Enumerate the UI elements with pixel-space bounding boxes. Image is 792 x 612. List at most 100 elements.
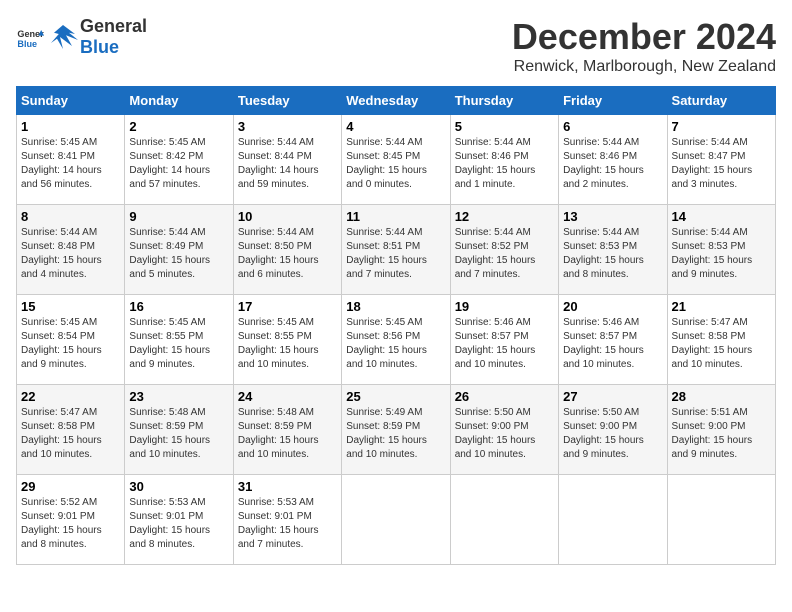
cell-info: Sunrise: 5:50 AMSunset: 9:00 PMDaylight:… (455, 406, 554, 462)
calendar-cell: 7 Sunrise: 5:44 AMSunset: 8:47 PMDaylight… (667, 115, 775, 205)
day-number: 7 (672, 119, 771, 134)
day-number: 24 (238, 389, 337, 404)
calendar-cell: 27 Sunrise: 5:50 AMSunset: 9:00 PMDayligh… (559, 385, 667, 475)
calendar-cell: 28 Sunrise: 5:51 AMSunset: 9:00 PMDayligh… (667, 385, 775, 475)
day-number: 17 (238, 299, 337, 314)
day-number: 19 (455, 299, 554, 314)
day-number: 10 (238, 209, 337, 224)
day-number: 30 (129, 479, 228, 494)
cell-info: Sunrise: 5:47 AMSunset: 8:58 PMDaylight:… (672, 316, 771, 372)
calendar-cell (667, 475, 775, 565)
cell-info: Sunrise: 5:44 AMSunset: 8:51 PMDaylight:… (346, 226, 445, 282)
calendar-cell (559, 475, 667, 565)
calendar-cell: 12 Sunrise: 5:44 AMSunset: 8:52 PMDayligh… (450, 205, 558, 295)
day-number: 6 (563, 119, 662, 134)
calendar-cell: 25 Sunrise: 5:49 AMSunset: 8:59 PMDayligh… (342, 385, 450, 475)
calendar-cell: 8Sunrise: 5:44 AMSunset: 8:48 PMDaylight… (17, 205, 125, 295)
week-row-4: 22 Sunrise: 5:47 AMSunset: 8:58 PMDayligh… (17, 385, 776, 475)
day-number: 18 (346, 299, 445, 314)
cell-info: Sunrise: 5:44 AMSunset: 8:50 PMDaylight:… (238, 226, 337, 282)
calendar-cell: 29 Sunrise: 5:52 AMSunset: 9:01 PMDayligh… (17, 475, 125, 565)
week-row-1: 1 Sunrise: 5:45 AMSunset: 8:41 PMDaylight… (17, 115, 776, 205)
day-number: 12 (455, 209, 554, 224)
calendar-cell: 15 Sunrise: 5:45 AMSunset: 8:54 PMDayligh… (17, 295, 125, 385)
calendar-cell: 18Sunrise: 5:45 AMSunset: 8:56 PMDayligh… (342, 295, 450, 385)
cell-info: Sunrise: 5:44 AMSunset: 8:53 PMDaylight:… (672, 226, 771, 282)
cell-info: Sunrise: 5:51 AMSunset: 9:00 PMDaylight:… (672, 406, 771, 462)
cell-info: Sunrise: 5:44 AMSunset: 8:52 PMDaylight:… (455, 226, 554, 282)
day-header-monday: Monday (125, 87, 233, 115)
day-header-friday: Friday (559, 87, 667, 115)
day-number: 9 (129, 209, 228, 224)
day-number: 15 (21, 299, 120, 314)
calendar-cell: 1 Sunrise: 5:45 AMSunset: 8:41 PMDaylight… (17, 115, 125, 205)
day-number: 25 (346, 389, 445, 404)
day-number: 4 (346, 119, 445, 134)
calendar-cell: 19 Sunrise: 5:46 AMSunset: 8:57 PMDayligh… (450, 295, 558, 385)
calendar-cell: 21 Sunrise: 5:47 AMSunset: 8:58 PMDayligh… (667, 295, 775, 385)
cell-info: Sunrise: 5:47 AMSunset: 8:58 PMDaylight:… (21, 406, 120, 462)
day-number: 29 (21, 479, 120, 494)
calendar-cell: 11 Sunrise: 5:44 AMSunset: 8:51 PMDayligh… (342, 205, 450, 295)
day-number: 16 (129, 299, 228, 314)
calendar-cell: 2 Sunrise: 5:45 AMSunset: 8:42 PMDaylight… (125, 115, 233, 205)
day-number: 11 (346, 209, 445, 224)
week-row-3: 15 Sunrise: 5:45 AMSunset: 8:54 PMDayligh… (17, 295, 776, 385)
logo-blue-text: Blue (80, 37, 119, 57)
cell-info: Sunrise: 5:50 AMSunset: 9:00 PMDaylight:… (563, 406, 662, 462)
calendar-cell: 5 Sunrise: 5:44 AMSunset: 8:46 PMDaylight… (450, 115, 558, 205)
calendar-cell: 4 Sunrise: 5:44 AMSunset: 8:45 PMDaylight… (342, 115, 450, 205)
logo-icon: General Blue (16, 23, 44, 51)
logo: General Blue General Blue (16, 16, 147, 58)
cell-info: Sunrise: 5:46 AMSunset: 8:57 PMDaylight:… (563, 316, 662, 372)
calendar-table: SundayMondayTuesdayWednesdayThursdayFrid… (16, 86, 776, 565)
day-header-saturday: Saturday (667, 87, 775, 115)
day-number: 3 (238, 119, 337, 134)
cell-info: Sunrise: 5:44 AMSunset: 8:45 PMDaylight:… (346, 136, 445, 192)
cell-info: Sunrise: 5:48 AMSunset: 8:59 PMDaylight:… (238, 406, 337, 462)
day-header-tuesday: Tuesday (233, 87, 341, 115)
cell-info: Sunrise: 5:45 AMSunset: 8:42 PMDaylight:… (129, 136, 228, 192)
cell-info: Sunrise: 5:49 AMSunset: 8:59 PMDaylight:… (346, 406, 445, 462)
cell-info: Sunrise: 5:48 AMSunset: 8:59 PMDaylight:… (129, 406, 228, 462)
week-row-2: 8Sunrise: 5:44 AMSunset: 8:48 PMDaylight… (17, 205, 776, 295)
calendar-cell (450, 475, 558, 565)
calendar-cell: 31Sunrise: 5:53 AMSunset: 9:01 PMDayligh… (233, 475, 341, 565)
day-number: 13 (563, 209, 662, 224)
cell-info: Sunrise: 5:45 AMSunset: 8:54 PMDaylight:… (21, 316, 120, 372)
day-number: 5 (455, 119, 554, 134)
day-number: 22 (21, 389, 120, 404)
header: General Blue General Blue December 2024 … (16, 16, 776, 76)
cell-info: Sunrise: 5:44 AMSunset: 8:48 PMDaylight:… (21, 226, 120, 282)
cell-info: Sunrise: 5:44 AMSunset: 8:53 PMDaylight:… (563, 226, 662, 282)
day-number: 28 (672, 389, 771, 404)
day-number: 1 (21, 119, 120, 134)
calendar-cell: 13 Sunrise: 5:44 AMSunset: 8:53 PMDayligh… (559, 205, 667, 295)
cell-info: Sunrise: 5:53 AMSunset: 9:01 PMDaylight:… (129, 496, 228, 552)
day-header-sunday: Sunday (17, 87, 125, 115)
cell-info: Sunrise: 5:46 AMSunset: 8:57 PMDaylight:… (455, 316, 554, 372)
calendar-cell: 9Sunrise: 5:44 AMSunset: 8:49 PMDaylight… (125, 205, 233, 295)
svg-text:Blue: Blue (17, 39, 37, 49)
cell-info: Sunrise: 5:45 AMSunset: 8:55 PMDaylight:… (129, 316, 228, 372)
cell-info: Sunrise: 5:52 AMSunset: 9:01 PMDaylight:… (21, 496, 120, 552)
day-number: 31 (238, 479, 337, 494)
title-section: December 2024 Renwick, Marlborough, New … (512, 16, 776, 76)
day-number: 21 (672, 299, 771, 314)
logo-bird-icon (48, 22, 78, 52)
calendar-cell: 24 Sunrise: 5:48 AMSunset: 8:59 PMDayligh… (233, 385, 341, 475)
calendar-cell: 20 Sunrise: 5:46 AMSunset: 8:57 PMDayligh… (559, 295, 667, 385)
month-title: December 2024 (512, 16, 776, 58)
cell-info: Sunrise: 5:44 AMSunset: 8:46 PMDaylight:… (455, 136, 554, 192)
calendar-header-row: SundayMondayTuesdayWednesdayThursdayFrid… (17, 87, 776, 115)
cell-info: Sunrise: 5:44 AMSunset: 8:47 PMDaylight:… (672, 136, 771, 192)
day-number: 27 (563, 389, 662, 404)
cell-info: Sunrise: 5:44 AMSunset: 8:46 PMDaylight:… (563, 136, 662, 192)
calendar-cell: 17Sunrise: 5:45 AMSunset: 8:55 PMDayligh… (233, 295, 341, 385)
day-number: 23 (129, 389, 228, 404)
calendar-cell: 10 Sunrise: 5:44 AMSunset: 8:50 PMDayligh… (233, 205, 341, 295)
day-number: 2 (129, 119, 228, 134)
calendar-cell: 26Sunrise: 5:50 AMSunset: 9:00 PMDayligh… (450, 385, 558, 475)
day-number: 20 (563, 299, 662, 314)
cell-info: Sunrise: 5:45 AMSunset: 8:41 PMDaylight:… (21, 136, 120, 192)
